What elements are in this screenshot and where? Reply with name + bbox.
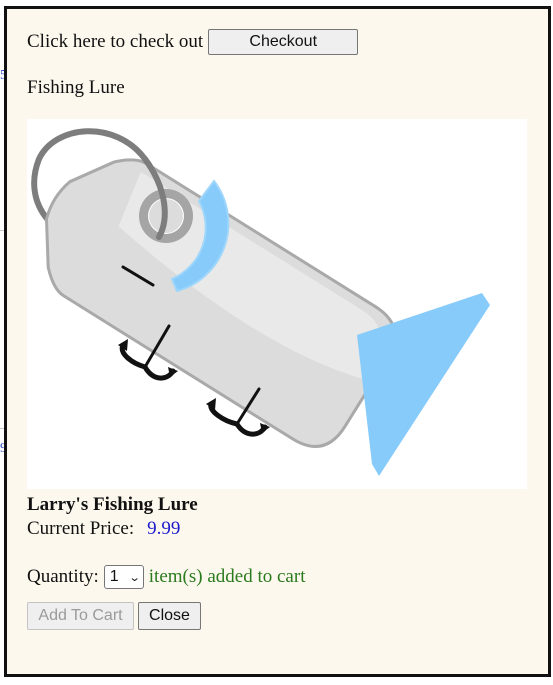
quantity-row: Quantity: 1 ⌄ item(s) added to cart: [27, 565, 305, 589]
price-row: Current Price: 9.99: [27, 518, 180, 540]
product-name: Fishing Lure: [27, 77, 125, 98]
chevron-down-icon: ⌄: [128, 571, 141, 584]
product-title: Larry's Fishing Lure: [27, 494, 198, 515]
quantity-value: 1: [109, 568, 119, 585]
price-value: 9.99: [147, 518, 181, 539]
checkout-prompt: Click here to check out: [27, 31, 204, 52]
checkout-button[interactable]: Checkout: [208, 29, 359, 55]
price-label: Current Price:: [27, 518, 135, 539]
cart-status-message: item(s) added to cart: [148, 566, 306, 587]
action-buttons: Add To Cart Close: [27, 602, 201, 630]
quantity-label: Quantity:: [27, 566, 99, 587]
product-image: [27, 119, 527, 489]
close-button[interactable]: Close: [138, 602, 201, 630]
add-to-cart-button[interactable]: Add To Cart: [27, 602, 134, 630]
checkout-row: Click here to check out Checkout: [27, 29, 359, 55]
product-dialog: Click here to check out Checkout Fishing…: [4, 6, 551, 677]
quantity-select[interactable]: 1 ⌄: [103, 565, 144, 589]
fishing-lure-tag-image: [31, 128, 490, 476]
